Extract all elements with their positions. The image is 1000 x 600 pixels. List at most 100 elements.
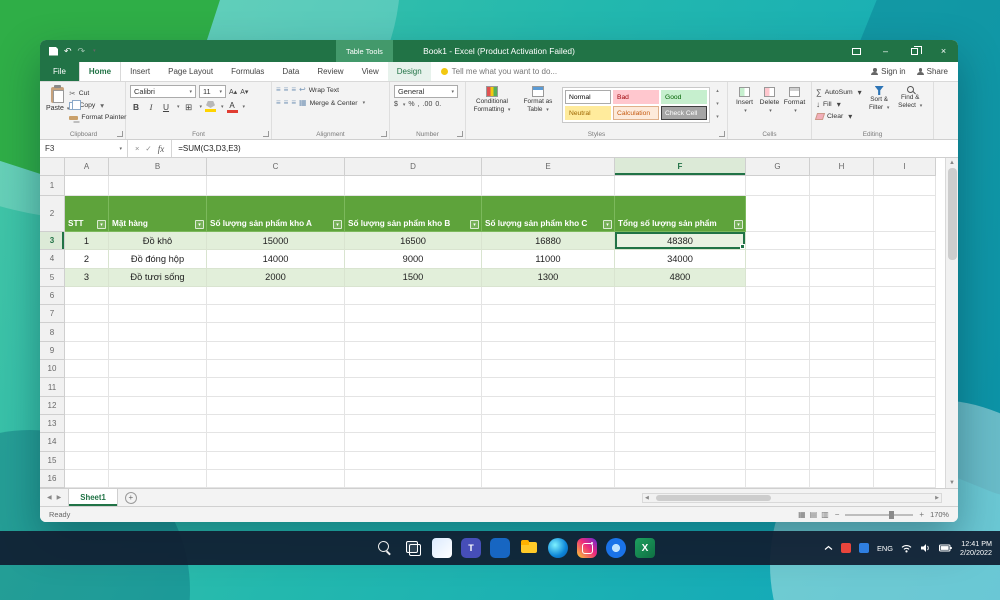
cell-D5[interactable]: 1500 bbox=[345, 268, 482, 287]
cell-D15[interactable] bbox=[345, 451, 482, 470]
wifi-icon[interactable] bbox=[901, 544, 912, 553]
filter-dropdown-icon[interactable] bbox=[603, 220, 612, 229]
align-bottom-icon[interactable] bbox=[291, 85, 296, 95]
find-select-button[interactable]: Find & Select bbox=[897, 85, 924, 122]
cell-I9[interactable] bbox=[874, 341, 936, 361]
select-all-corner[interactable] bbox=[40, 158, 65, 176]
row-header-12[interactable]: 12 bbox=[40, 396, 65, 415]
cell-style-check-cell[interactable]: Check Cell bbox=[661, 106, 707, 120]
sheet-nav-left-icon[interactable] bbox=[47, 494, 52, 501]
cell-D6[interactable] bbox=[345, 286, 482, 306]
widgets-icon[interactable] bbox=[432, 538, 452, 558]
cell-I7[interactable] bbox=[874, 305, 936, 324]
cell-F16[interactable] bbox=[615, 469, 746, 488]
format-painter-button[interactable]: Format Painter bbox=[69, 112, 126, 123]
cell-D1[interactable] bbox=[345, 176, 482, 196]
cell-B7[interactable] bbox=[109, 305, 207, 324]
sign-in-button[interactable]: Sign in bbox=[871, 67, 906, 76]
vertical-scroll-thumb[interactable] bbox=[947, 168, 957, 260]
column-header-C[interactable]: C bbox=[207, 158, 345, 176]
tray-app-blue-icon[interactable] bbox=[859, 543, 869, 553]
cell-E6[interactable] bbox=[482, 286, 615, 306]
cell-C9[interactable] bbox=[207, 341, 345, 361]
bold-icon[interactable] bbox=[130, 101, 142, 113]
number-dialog-launcher[interactable] bbox=[457, 131, 463, 137]
tab-view[interactable]: View bbox=[353, 62, 388, 81]
cell-A7[interactable] bbox=[65, 305, 109, 324]
share-button[interactable]: Share bbox=[916, 67, 948, 76]
name-box-dropdown-icon[interactable] bbox=[119, 146, 122, 152]
format-cells-button[interactable]: Format bbox=[782, 85, 807, 114]
ribbon-display-options-button[interactable] bbox=[842, 40, 871, 62]
cell-G6[interactable] bbox=[746, 286, 810, 306]
enter-icon[interactable] bbox=[145, 144, 151, 153]
battery-icon[interactable] bbox=[939, 544, 952, 552]
italic-icon[interactable] bbox=[145, 101, 157, 113]
cell-G11[interactable] bbox=[746, 378, 810, 397]
clipboard-dialog-launcher[interactable] bbox=[117, 131, 123, 137]
cell-E12[interactable] bbox=[482, 396, 615, 415]
alignment-dialog-launcher[interactable] bbox=[381, 131, 387, 137]
cell-D9[interactable] bbox=[345, 341, 482, 361]
cell-D11[interactable] bbox=[345, 378, 482, 397]
align-center-icon[interactable] bbox=[284, 98, 289, 108]
cell-H9[interactable] bbox=[810, 341, 874, 361]
cell-E15[interactable] bbox=[482, 451, 615, 470]
cell-F10[interactable] bbox=[615, 360, 746, 379]
cell-H3[interactable] bbox=[810, 232, 874, 251]
merge-center-label[interactable]: Merge & Center bbox=[310, 100, 358, 107]
scroll-right-icon[interactable] bbox=[933, 495, 941, 501]
cell-G1[interactable] bbox=[746, 176, 810, 196]
save-icon[interactable] bbox=[49, 46, 58, 56]
cell-G8[interactable] bbox=[746, 323, 810, 342]
row-header-8[interactable]: 8 bbox=[40, 323, 65, 342]
cell-E1[interactable] bbox=[482, 176, 615, 196]
cell-H1[interactable] bbox=[810, 176, 874, 196]
styles-scroll-down-icon[interactable] bbox=[716, 101, 719, 107]
cell-G10[interactable] bbox=[746, 360, 810, 379]
currency-icon[interactable] bbox=[394, 101, 398, 108]
cell-C13[interactable] bbox=[207, 414, 345, 434]
cell-E3[interactable]: 16880 bbox=[482, 232, 615, 251]
cell-H14[interactable] bbox=[810, 433, 874, 452]
cell-H15[interactable] bbox=[810, 451, 874, 470]
zoom-in-icon[interactable] bbox=[919, 510, 924, 519]
edge-icon[interactable] bbox=[548, 538, 568, 558]
cell-E7[interactable] bbox=[482, 305, 615, 324]
cell-I6[interactable] bbox=[874, 286, 936, 306]
cell-C1[interactable] bbox=[207, 176, 345, 196]
filter-dropdown-icon[interactable] bbox=[734, 220, 743, 229]
cell-style-normal[interactable]: Normal bbox=[565, 90, 611, 104]
increase-decimal-icon[interactable] bbox=[423, 101, 433, 108]
cell-I5[interactable] bbox=[874, 268, 936, 287]
fill-color-icon[interactable] bbox=[205, 101, 216, 113]
row-header-1[interactable]: 1 bbox=[40, 176, 65, 196]
align-left-icon[interactable] bbox=[276, 98, 281, 108]
cell-D4[interactable]: 9000 bbox=[345, 250, 482, 269]
cell-D13[interactable] bbox=[345, 414, 482, 434]
cell-I15[interactable] bbox=[874, 451, 936, 470]
fill-handle[interactable] bbox=[740, 244, 745, 250]
cell-H11[interactable] bbox=[810, 378, 874, 397]
cell-F2[interactable]: Tổng số lượng sản phẩm bbox=[615, 196, 746, 232]
comma-icon[interactable] bbox=[418, 101, 420, 108]
cell-B16[interactable] bbox=[109, 469, 207, 488]
font-color-icon[interactable] bbox=[227, 102, 238, 113]
browser-icon[interactable] bbox=[606, 538, 626, 558]
cell-G4[interactable] bbox=[746, 250, 810, 269]
search-icon[interactable] bbox=[374, 538, 394, 558]
cell-D14[interactable] bbox=[345, 433, 482, 452]
teams-icon[interactable] bbox=[461, 538, 481, 558]
cell-H13[interactable] bbox=[810, 414, 874, 434]
cell-I13[interactable] bbox=[874, 414, 936, 434]
zoom-out-icon[interactable] bbox=[835, 510, 840, 519]
sheet-tab-sheet1[interactable]: Sheet1 bbox=[68, 489, 118, 506]
cell-C7[interactable] bbox=[207, 305, 345, 324]
row-header-9[interactable]: 9 bbox=[40, 341, 65, 361]
undo-icon[interactable] bbox=[64, 47, 72, 56]
cell-H16[interactable] bbox=[810, 469, 874, 488]
cell-C6[interactable] bbox=[207, 286, 345, 306]
tab-page-layout[interactable]: Page Layout bbox=[159, 62, 222, 81]
vertical-scrollbar[interactable] bbox=[945, 158, 958, 488]
cell-C12[interactable] bbox=[207, 396, 345, 415]
